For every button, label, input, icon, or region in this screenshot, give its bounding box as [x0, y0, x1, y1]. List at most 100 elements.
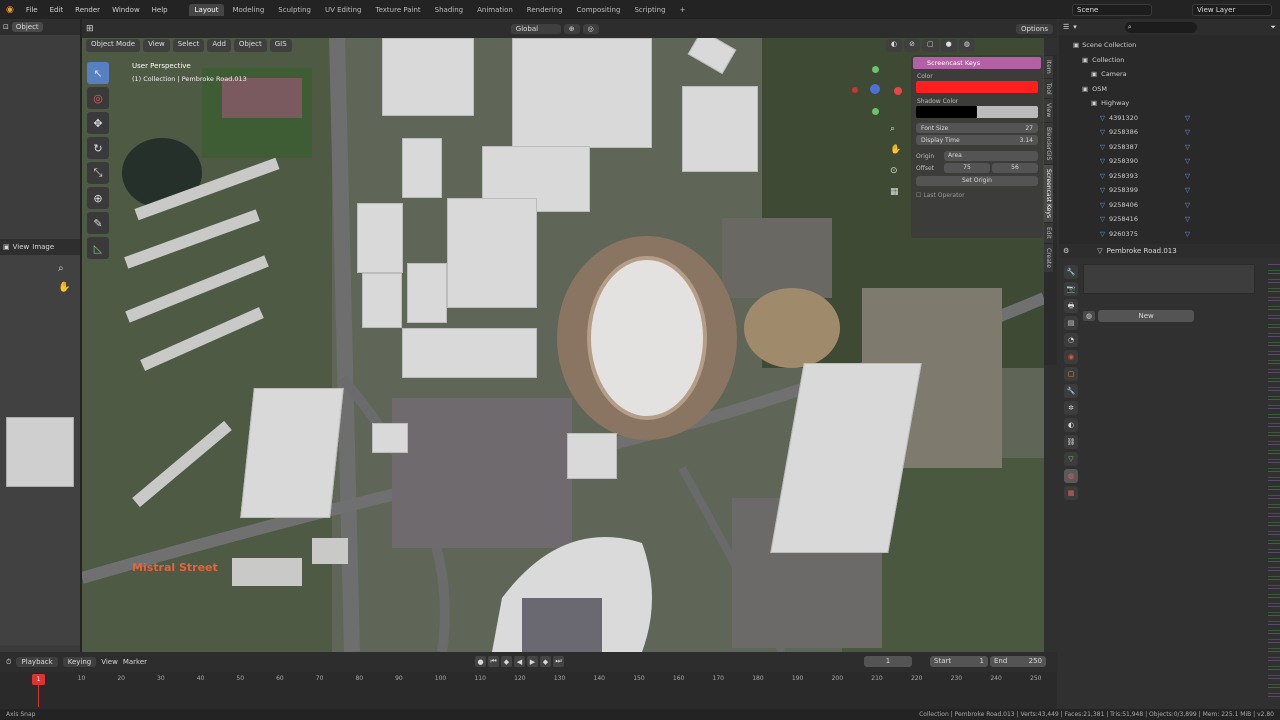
menu-select[interactable]: Select [172, 39, 205, 52]
tab-view[interactable]: View [1044, 99, 1053, 122]
end-frame-field[interactable]: End 250 [990, 656, 1046, 667]
outliner-row[interactable]: ▣ Collection [1073, 53, 1280, 68]
timeline-view-menu[interactable]: View [101, 658, 118, 666]
playhead[interactable]: 1 [32, 674, 45, 685]
add-workspace-button[interactable]: + [674, 4, 692, 16]
camera-view-icon[interactable]: ⊙ [890, 166, 898, 176]
menu-file[interactable]: File [20, 6, 44, 14]
outliner-row[interactable]: ▽ 9258393 ▽ [1073, 169, 1280, 184]
visibility-icon[interactable]: ◐ [886, 39, 903, 52]
outliner-row[interactable]: ▽ 9258416 ▽ [1073, 212, 1280, 227]
hand-icon[interactable]: ✋ [58, 282, 70, 293]
proportional-icon[interactable]: ◎ [582, 23, 599, 34]
material-properties-icon[interactable]: ◍ [1064, 469, 1078, 483]
measure-tool-icon[interactable]: ◺ [87, 237, 109, 259]
transform-tool-icon[interactable]: ⊕ [87, 187, 109, 209]
scene-selector[interactable]: Scene [1072, 3, 1152, 16]
timeline-editor-icon[interactable]: ⏱ [6, 658, 11, 667]
xray-icon[interactable]: ▢ [921, 39, 939, 52]
tab-blendergis[interactable]: BlenderGIS [1044, 122, 1053, 165]
image-editor-icon[interactable]: ▣ [3, 243, 10, 251]
outliner-row[interactable]: ▽ 9258387 ▽ [1073, 140, 1280, 155]
object-properties-icon[interactable]: ▢ [1064, 367, 1078, 381]
data-properties-icon[interactable]: ▽ [1064, 452, 1078, 466]
outliner-row[interactable]: ▽ 9260375 ▽ [1073, 227, 1280, 242]
tab-create[interactable]: Create [1044, 243, 1053, 272]
properties-editor-icon[interactable]: ⚙ [1063, 247, 1069, 255]
tool-properties-icon[interactable]: 🔧 [1064, 265, 1078, 279]
display-time-field[interactable]: Display Time 3.14 [916, 135, 1038, 145]
menu-add[interactable]: Add [207, 39, 231, 52]
texture-properties-icon[interactable]: ▦ [1064, 486, 1078, 500]
select-tool-icon[interactable]: ↖ [87, 62, 109, 84]
color-swatch[interactable] [916, 81, 1038, 93]
font-size-field[interactable]: Font Size 27 [916, 123, 1038, 133]
annotate-tool-icon[interactable]: ✎ [87, 212, 109, 234]
menu-edit[interactable]: Edit [44, 6, 70, 14]
material-shading-icon[interactable]: ◍ [958, 39, 975, 52]
3d-viewport[interactable]: User Perspective (1) Collection | Pembro… [82, 38, 1044, 652]
tab-sculpting[interactable]: Sculpting [272, 4, 317, 16]
tab-tool[interactable]: Tool [1044, 78, 1053, 99]
output-properties-icon[interactable]: 🖶 [1064, 299, 1078, 313]
navigation-gizmo[interactable] [852, 66, 902, 116]
start-frame-field[interactable]: Start 1 [930, 656, 988, 667]
ortho-toggle-icon[interactable]: ▦ [890, 187, 899, 197]
scene-collection-row[interactable]: ▣ Scene Collection [1073, 38, 1280, 53]
view-layer-selector[interactable]: View Layer [1192, 3, 1272, 16]
menu-gis[interactable]: GIS [269, 39, 292, 52]
outliner-row[interactable]: ▽ 4391320 ▽ [1073, 111, 1280, 126]
view-layer-icon[interactable]: ▤ [1064, 316, 1078, 330]
set-origin-button[interactable]: Set Origin [916, 176, 1038, 186]
timeline-ruler[interactable]: 1102030405060708090100110120130140150160… [0, 672, 1057, 709]
tab-scripting[interactable]: Scripting [628, 4, 671, 16]
render-properties-icon[interactable]: 📷 [1064, 282, 1078, 296]
menu-object[interactable]: Object [233, 39, 267, 52]
prev-key-icon[interactable]: ◆ [501, 656, 512, 667]
jump-end-icon[interactable]: ⏭ [553, 656, 564, 667]
playback-menu[interactable]: Playback [16, 657, 58, 667]
solid-shading-icon[interactable]: ● [940, 39, 957, 52]
outliner-row[interactable]: ▣ Camera [1073, 67, 1280, 82]
cursor-tool-icon[interactable]: ◎ [87, 87, 109, 109]
material-slot-list[interactable] [1083, 264, 1255, 294]
outliner-display-icon[interactable]: ▾ [1073, 23, 1077, 31]
outliner-row[interactable]: ▽ 9258390 ▽ [1073, 154, 1280, 169]
tab-uv-editing[interactable]: UV Editing [319, 4, 368, 16]
outliner-row[interactable]: ▽ 9258386 ▽ [1073, 125, 1280, 140]
snap-icon[interactable]: ⊕ [563, 23, 580, 34]
particles-properties-icon[interactable]: ✲ [1064, 401, 1078, 415]
tab-animation[interactable]: Animation [471, 4, 519, 16]
image-menu[interactable]: Image [32, 243, 54, 251]
record-icon[interactable]: ● [475, 656, 486, 667]
transform-orientation-dropdown[interactable]: Global [510, 23, 561, 34]
left-mode-dropdown[interactable]: Object [11, 22, 43, 32]
scene-properties-icon[interactable]: ◔ [1064, 333, 1078, 347]
tab-screencast-keys[interactable]: Screencast Keys [1044, 165, 1053, 223]
gizmo-z-axis[interactable] [872, 66, 879, 73]
tab-modeling[interactable]: Modeling [226, 4, 270, 16]
world-properties-icon[interactable]: ◉ [1064, 350, 1078, 364]
tab-compositing[interactable]: Compositing [571, 4, 627, 16]
menu-help[interactable]: Help [146, 6, 174, 14]
offset-y-field[interactable]: 56 [992, 163, 1038, 173]
panel-title[interactable]: Screencast Keys [913, 57, 1041, 69]
scrollbar-strip[interactable] [1268, 262, 1280, 702]
next-key-icon[interactable]: ◆ [540, 656, 551, 667]
object-mode-dropdown[interactable]: Object Mode [86, 39, 141, 52]
jump-start-icon[interactable]: ⏮ [488, 656, 499, 667]
gizmo-neg-x[interactable] [852, 87, 858, 93]
menu-view[interactable]: View [143, 39, 170, 52]
new-material-button[interactable]: New [1098, 310, 1195, 322]
outliner-search-field[interactable]: ⌕ [1124, 21, 1197, 33]
outliner-row[interactable]: ▣ Highway [1073, 96, 1280, 111]
origin-dropdown[interactable]: Area [944, 151, 1038, 161]
offset-x-field[interactable]: 75 [944, 163, 990, 173]
tab-texture-paint[interactable]: Texture Paint [370, 4, 427, 16]
menu-window[interactable]: Window [106, 6, 146, 14]
options-dropdown[interactable]: Options [1016, 23, 1054, 34]
outliner-row[interactable]: ▣ OSM [1073, 82, 1280, 97]
outliner-row[interactable]: ▽ 9258406 ▽ [1073, 198, 1280, 213]
rotate-tool-icon[interactable]: ↻ [87, 137, 109, 159]
last-operator-checkbox[interactable]: ☐ Last Operator [916, 192, 1038, 199]
